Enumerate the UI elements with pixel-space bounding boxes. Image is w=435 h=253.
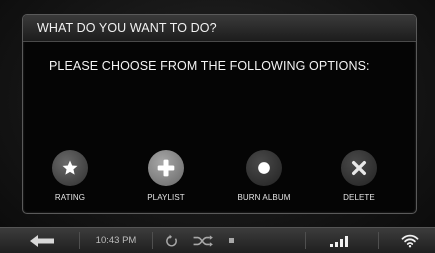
rating-label: RATING	[54, 193, 86, 202]
burn-album-option-button[interactable]: BURN ALBUM	[224, 150, 304, 202]
repeat-icon	[166, 234, 177, 246]
rating-option-button[interactable]: RATING	[30, 150, 110, 202]
clock-time: 10:43 PM	[95, 235, 137, 246]
stop-button[interactable]	[224, 228, 238, 253]
playlist-option-button[interactable]: PLAYLIST	[126, 150, 206, 202]
divider	[378, 232, 379, 249]
bottom-control-bar: 10:43 PM	[0, 227, 435, 253]
disc-icon	[246, 150, 282, 186]
options-dialog: WHAT DO YOU WANT TO DO? PLEASE CHOOSE FR…	[22, 14, 417, 214]
burn-album-label: BURN ALBUM	[237, 193, 291, 202]
shuffle-button[interactable]	[190, 228, 216, 253]
wifi-indicator	[398, 228, 422, 253]
signal-icon	[330, 235, 348, 247]
stop-icon	[228, 238, 234, 243]
repeat-button[interactable]	[163, 228, 181, 253]
screen: WHAT DO YOU WANT TO DO? PLEASE CHOOSE FR…	[0, 0, 435, 253]
delete-label: DELETE	[343, 193, 375, 202]
star-icon	[52, 150, 88, 186]
wifi-icon	[401, 234, 419, 247]
back-arrow-icon	[30, 234, 54, 247]
playlist-label: PLAYLIST	[147, 193, 185, 202]
dialog-title: WHAT DO YOU WANT TO DO?	[23, 15, 416, 42]
divider	[305, 232, 306, 249]
plus-icon	[148, 150, 184, 186]
signal-indicator	[326, 228, 356, 253]
shuffle-icon	[193, 234, 213, 247]
dialog-message: PLEASE CHOOSE FROM THE FOLLOWING OPTIONS…	[49, 59, 370, 73]
divider	[79, 232, 80, 249]
back-button[interactable]	[22, 228, 62, 253]
x-icon	[341, 150, 377, 186]
divider	[152, 232, 153, 249]
delete-option-button[interactable]: DELETE	[319, 150, 399, 202]
